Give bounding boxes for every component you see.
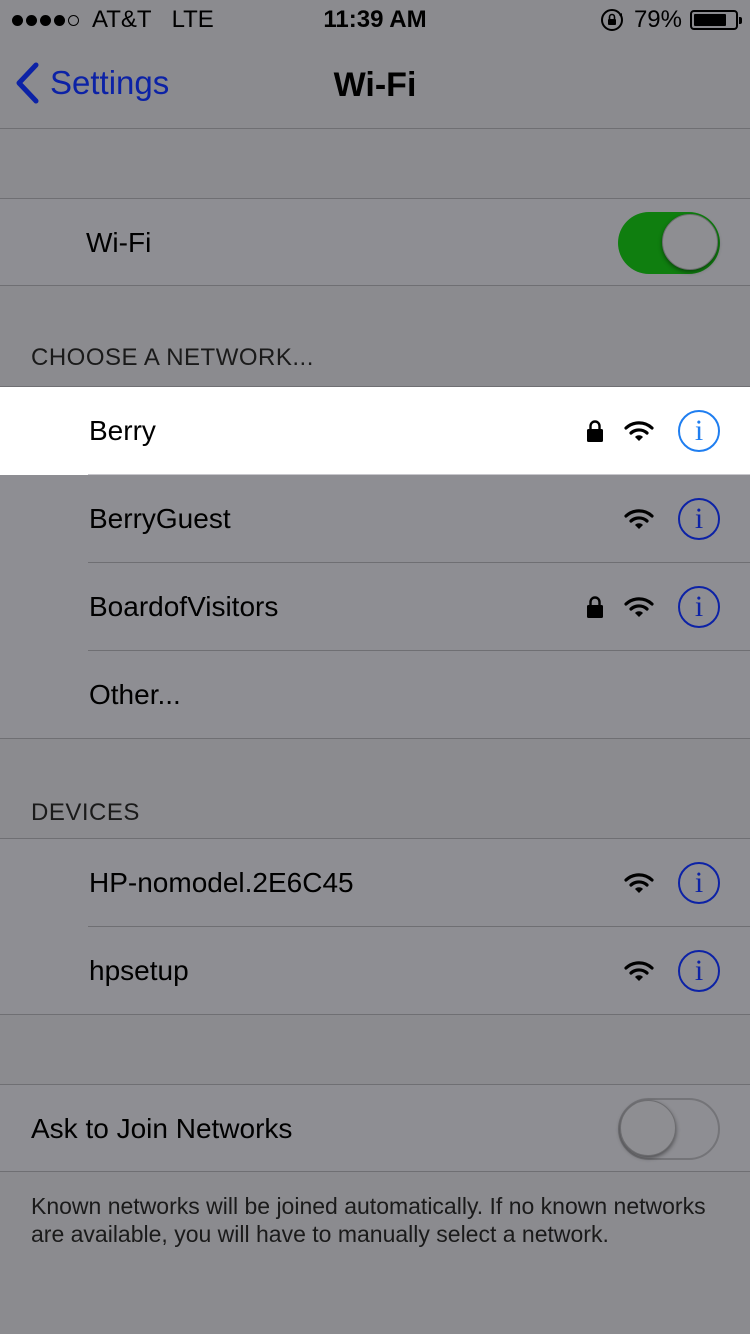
devices-list: HP-nomodel.2E6C45 i hpsetup i (0, 838, 750, 1015)
network-row-other[interactable]: Other... (0, 651, 750, 739)
choose-network-header: CHOOSE A NETWORK... (31, 344, 314, 371)
device-row-hp-nomodel[interactable]: HP-nomodel.2E6C45 i (0, 839, 750, 927)
wifi-signal-icon (624, 597, 654, 617)
wifi-toggle-group: Wi-Fi (0, 198, 750, 286)
wifi-label: Wi-Fi (86, 227, 152, 258)
network-row-boardofvisitors[interactable]: BoardofVisitors i (0, 563, 750, 651)
wifi-signal-icon (624, 421, 654, 441)
page-title: Wi-Fi (333, 66, 417, 104)
info-button[interactable]: i (678, 498, 720, 540)
network-name: BoardofVisitors (89, 591, 279, 622)
ask-to-join-label: Ask to Join Networks (31, 1113, 293, 1144)
wifi-switch[interactable] (618, 212, 720, 274)
switch-knob (620, 1100, 676, 1156)
network-name: Other... (89, 679, 181, 710)
ask-to-join-row: Ask to Join Networks (0, 1085, 750, 1173)
rotation-lock-icon (600, 8, 624, 32)
networks-list: Berry i BerryGuest i BoardofVisitors i O… (0, 386, 750, 739)
devices-header: DEVICES (31, 799, 140, 826)
wifi-signal-icon (624, 873, 654, 893)
wifi-signal-icon (624, 509, 654, 529)
ask-to-join-group: Ask to Join Networks (0, 1084, 750, 1172)
info-button[interactable]: i (678, 950, 720, 992)
info-button[interactable]: i (678, 586, 720, 628)
device-name: hpsetup (89, 955, 189, 986)
network-row-berry[interactable]: Berry i (0, 387, 750, 475)
lock-icon (587, 420, 603, 442)
network-row-berryguest[interactable]: BerryGuest i (0, 475, 750, 563)
ask-to-join-switch[interactable] (618, 1098, 720, 1160)
wifi-toggle-row: Wi-Fi (0, 199, 750, 287)
network-name: Berry (89, 415, 156, 446)
info-button[interactable]: i (678, 862, 720, 904)
battery-percent: 79% (633, 6, 682, 33)
info-button[interactable]: i (678, 410, 720, 452)
battery-icon (690, 10, 742, 30)
wifi-signal-icon (624, 961, 654, 981)
status-right: 79% (600, 6, 742, 34)
lock-icon (587, 596, 603, 618)
switch-knob (662, 214, 718, 270)
navigation-bar: Settings Wi-Fi (0, 40, 750, 129)
device-name: HP-nomodel.2E6C45 (89, 867, 354, 898)
ask-to-join-footer: Known networks will be joined automatica… (31, 1193, 706, 1247)
network-name: BerryGuest (89, 503, 231, 534)
device-row-hpsetup[interactable]: hpsetup i (0, 927, 750, 1015)
status-bar: AT&T LTE 11:39 AM 79% (0, 0, 750, 40)
